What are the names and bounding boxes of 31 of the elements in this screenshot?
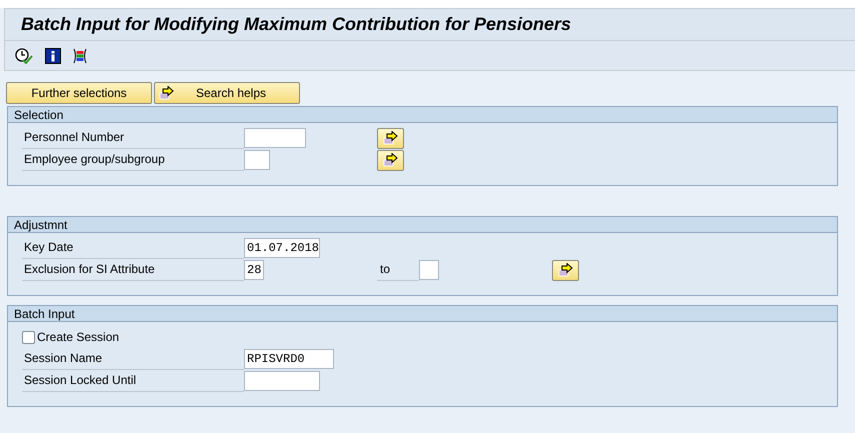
field-label: Key Date: [22, 238, 244, 258]
arrow-icon: [159, 86, 175, 100]
group-title: Adjustmnt: [14, 216, 68, 234]
field-label: Exclusion for SI Attribute: [22, 260, 244, 280]
multiple-selection-button[interactable]: [377, 150, 404, 170]
multiple-selection-button[interactable]: [552, 260, 579, 280]
input-field[interactable]: [419, 260, 439, 280]
checkbox-label: Create Session: [37, 329, 120, 346]
input-field[interactable]: [244, 371, 320, 391]
info-icon[interactable]: [45, 48, 61, 64]
field-label: Session Locked Until: [22, 370, 244, 392]
input-field[interactable]: 28: [244, 260, 264, 280]
input-field[interactable]: [244, 150, 270, 170]
arrow-icon: [382, 131, 398, 145]
checkbox[interactable]: [22, 330, 35, 344]
arrow-icon: [382, 153, 398, 167]
input-field[interactable]: 01.07.2018: [244, 238, 320, 258]
execute-icon[interactable]: [15, 48, 33, 64]
field-label: Employee group/subgroup: [22, 150, 244, 170]
input-field[interactable]: [244, 128, 306, 148]
group-title: Batch Input: [14, 306, 75, 322]
field-label: Personnel Number: [22, 128, 244, 148]
input-field[interactable]: RPISVRD0: [244, 349, 334, 369]
toolbar-button[interactable]: Search helps: [154, 82, 300, 104]
group-title: Selection: [14, 106, 64, 124]
field-label: Session Name: [22, 348, 244, 370]
window-title: Batch Input for Modifying Maximum Contribution for Pensioners: [21, 13, 571, 36]
multiple-selection-button[interactable]: [377, 128, 404, 148]
arrow-icon: [558, 263, 574, 277]
column-bars-icon[interactable]: [73, 48, 87, 64]
toolbar-button[interactable]: Further selections: [6, 82, 152, 104]
